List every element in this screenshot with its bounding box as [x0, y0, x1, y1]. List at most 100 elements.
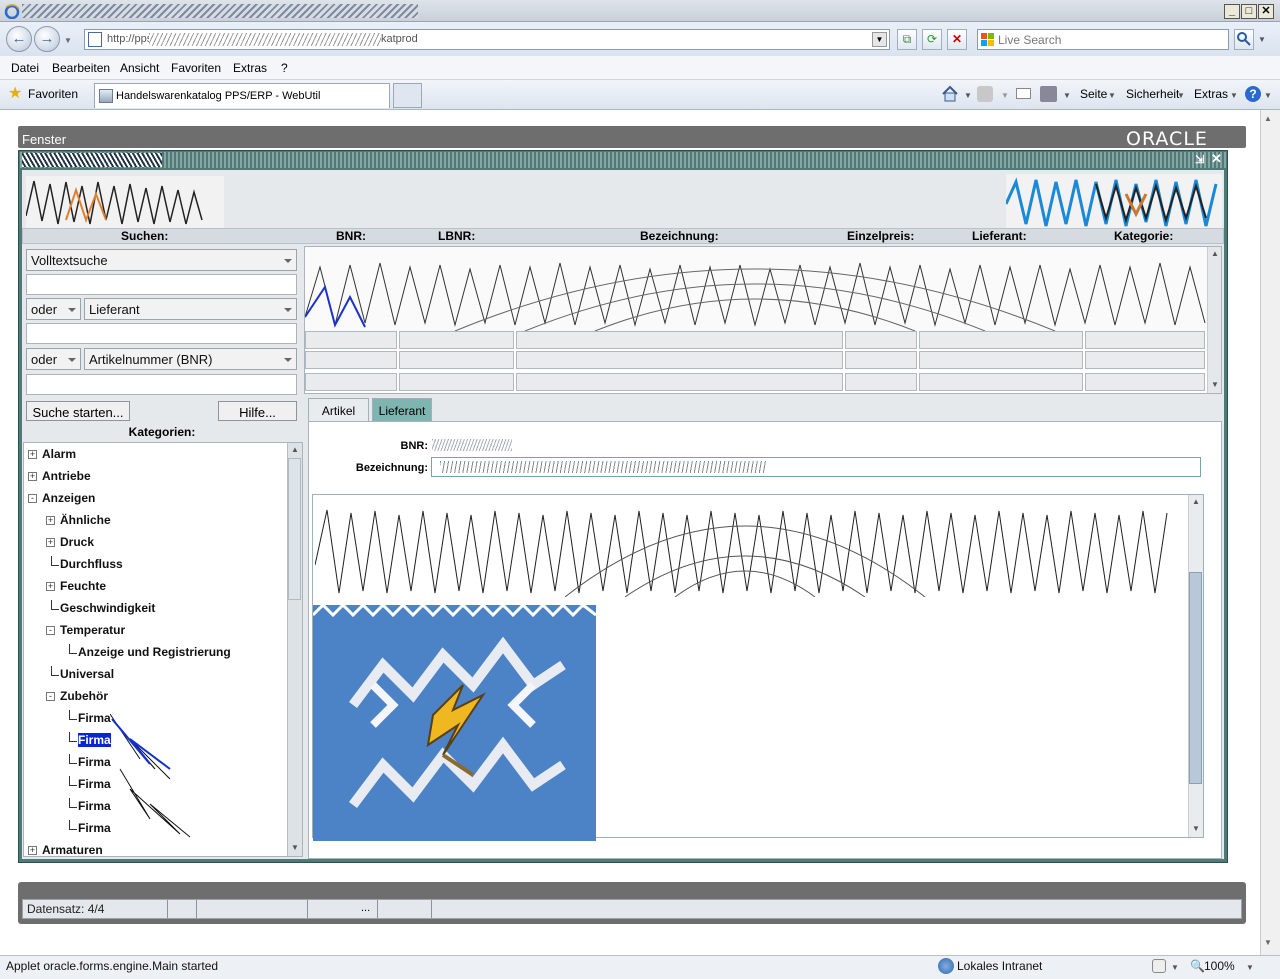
grid-cell[interactable] — [516, 331, 843, 349]
results-scrollbar[interactable]: ▲ ▼ — [1207, 247, 1221, 393]
tree-item[interactable]: Firma — [77, 732, 112, 748]
scroll-down-icon[interactable]: ▼ — [1192, 824, 1200, 833]
scroll-down-icon[interactable]: ▼ — [291, 843, 299, 852]
tree-item[interactable]: Firma — [78, 799, 111, 813]
tree-item[interactable]: Durchfluss — [60, 557, 123, 571]
tree-item[interactable]: Universal — [60, 667, 114, 681]
search-term-2-input[interactable] — [26, 323, 297, 344]
form-minimize-icon[interactable]: ⇲ — [1195, 153, 1204, 166]
search-type-2-select[interactable]: Lieferant — [84, 298, 297, 320]
tree-item[interactable]: Firma — [78, 755, 111, 769]
tree-item[interactable]: Temperatur — [60, 623, 125, 637]
tree-expand-icon[interactable]: + — [46, 538, 55, 547]
menu-ansicht[interactable]: Ansicht — [120, 61, 159, 75]
back-icon[interactable]: ← — [6, 26, 32, 52]
tree-expand-icon[interactable]: + — [46, 516, 55, 525]
seite-menu[interactable]: Seite — [1080, 87, 1107, 101]
scroll-up-icon[interactable]: ▲ — [291, 445, 299, 454]
tab-artikel[interactable]: Artikel — [308, 398, 369, 422]
forward-icon[interactable]: → — [34, 26, 60, 52]
feeds-dropdown-icon[interactable]: ▼ — [1001, 91, 1009, 100]
tree-scroll-thumb[interactable] — [288, 458, 301, 600]
category-tree[interactable]: + Alarm + Antriebe - Anzeigen + Ähnliche + Druck D… — [23, 442, 303, 857]
grid-cell[interactable] — [845, 331, 917, 349]
tree-item[interactable]: Anzeige und Registrierung — [78, 645, 231, 659]
menu-bearbeiten[interactable]: Bearbeiten — [52, 61, 110, 75]
search-input[interactable]: Live Search — [977, 29, 1229, 50]
grid-cell[interactable] — [399, 373, 514, 391]
favorites-label[interactable]: Favoriten — [28, 87, 78, 101]
zoom-dropdown-icon[interactable]: ▼ — [1246, 963, 1254, 972]
grid-cell[interactable] — [305, 373, 397, 391]
tree-item[interactable]: Firma — [78, 777, 111, 791]
home-dropdown-icon[interactable]: ▼ — [964, 91, 972, 100]
print-icon[interactable] — [1040, 86, 1057, 102]
maximize-button[interactable]: □ — [1241, 4, 1257, 19]
tree-item[interactable]: Firma — [78, 711, 111, 725]
minimize-button[interactable]: _ — [1224, 4, 1240, 19]
history-dropdown-icon[interactable]: ▼ — [64, 36, 72, 45]
tree-item[interactable]: Antriebe — [42, 469, 91, 483]
grid-cell[interactable] — [1085, 351, 1205, 369]
tree-collapse-icon[interactable]: - — [46, 626, 55, 635]
scroll-down-icon[interactable]: ▼ — [1211, 380, 1219, 389]
browser-tab-active[interactable]: Handelswarenkatalog PPS/ERP - WebUtil — [94, 83, 390, 108]
menu-extras[interactable]: Extras — [233, 61, 267, 75]
protected-mode-dropdown-icon[interactable]: ▼ — [1171, 963, 1179, 972]
search-type-3-select[interactable]: Artikelnummer (BNR) — [84, 348, 297, 370]
tab-lieferant[interactable]: Lieferant — [372, 398, 432, 422]
search-icon[interactable] — [1234, 29, 1254, 50]
sicherheit-menu[interactable]: Sicherheit — [1126, 87, 1179, 101]
menu-datei[interactable]: Datei — [11, 61, 39, 75]
search-term-1-input[interactable] — [26, 274, 297, 295]
grid-cell[interactable] — [399, 331, 514, 349]
tree-item[interactable]: Anzeigen — [42, 491, 95, 505]
menu-help[interactable]: ? — [281, 61, 288, 75]
grid-cell[interactable] — [845, 373, 917, 391]
protected-mode-icon[interactable] — [1152, 959, 1166, 973]
image-scroll-thumb[interactable] — [1189, 572, 1202, 784]
scroll-up-icon[interactable]: ▲ — [1192, 497, 1200, 506]
grid-cell[interactable] — [516, 351, 843, 369]
operator-3-select[interactable]: oder — [26, 348, 81, 370]
grid-cell[interactable] — [845, 351, 917, 369]
operator-2-select[interactable]: oder — [26, 298, 81, 320]
new-tab-button[interactable] — [393, 83, 422, 108]
refresh-icon[interactable]: ⟳ — [922, 29, 942, 50]
feeds-icon[interactable] — [977, 86, 993, 102]
menu-fenster[interactable]: Fenster — [22, 132, 66, 147]
form-close-icon[interactable]: ✕ — [1211, 151, 1222, 167]
tree-item[interactable]: Armaturen — [42, 843, 103, 856]
grid-cell[interactable] — [919, 331, 1083, 349]
page-scrollbar[interactable]: ▲ ▼ — [1260, 110, 1280, 955]
tree-expand-icon[interactable]: + — [46, 582, 55, 591]
tree-expand-icon[interactable]: + — [28, 450, 37, 459]
compat-view-icon[interactable]: ⧉ — [897, 29, 917, 50]
grid-cell[interactable] — [919, 351, 1083, 369]
tree-item[interactable]: Zubehör — [60, 689, 108, 703]
start-search-button[interactable]: Suche starten... — [26, 401, 130, 421]
help-button[interactable]: Hilfe... — [218, 401, 297, 421]
stop-icon[interactable]: ✕ — [947, 29, 967, 50]
menu-favoriten[interactable]: Favoriten — [171, 61, 221, 75]
favorites-star-icon[interactable]: ★ — [8, 86, 22, 102]
print-dropdown-icon[interactable]: ▼ — [1063, 91, 1071, 100]
tree-item[interactable]: Geschwindigkeit — [60, 601, 155, 615]
tree-expand-icon[interactable]: + — [28, 472, 37, 481]
scroll-down-icon[interactable]: ▼ — [1264, 938, 1272, 947]
tree-expand-icon[interactable]: + — [28, 846, 37, 855]
home-icon[interactable] — [941, 85, 959, 103]
security-zone[interactable]: Lokales Intranet — [957, 959, 1042, 973]
grid-cell[interactable] — [1085, 373, 1205, 391]
grid-cell[interactable] — [919, 373, 1083, 391]
tree-item[interactable]: Firma — [78, 821, 111, 835]
grid-cell[interactable] — [305, 351, 397, 369]
extras-command-menu[interactable]: Extras — [1194, 87, 1228, 101]
search-type-1-select[interactable]: Volltextsuche — [26, 249, 297, 271]
grid-cell[interactable] — [1085, 331, 1205, 349]
zoom-icon[interactable]: 🔍 — [1190, 959, 1205, 973]
zoom-level[interactable]: 100% — [1204, 959, 1235, 973]
url-dropdown-icon[interactable]: ▼ — [872, 32, 887, 47]
tree-item[interactable]: Druck — [60, 535, 94, 549]
grid-cell[interactable] — [516, 373, 843, 391]
